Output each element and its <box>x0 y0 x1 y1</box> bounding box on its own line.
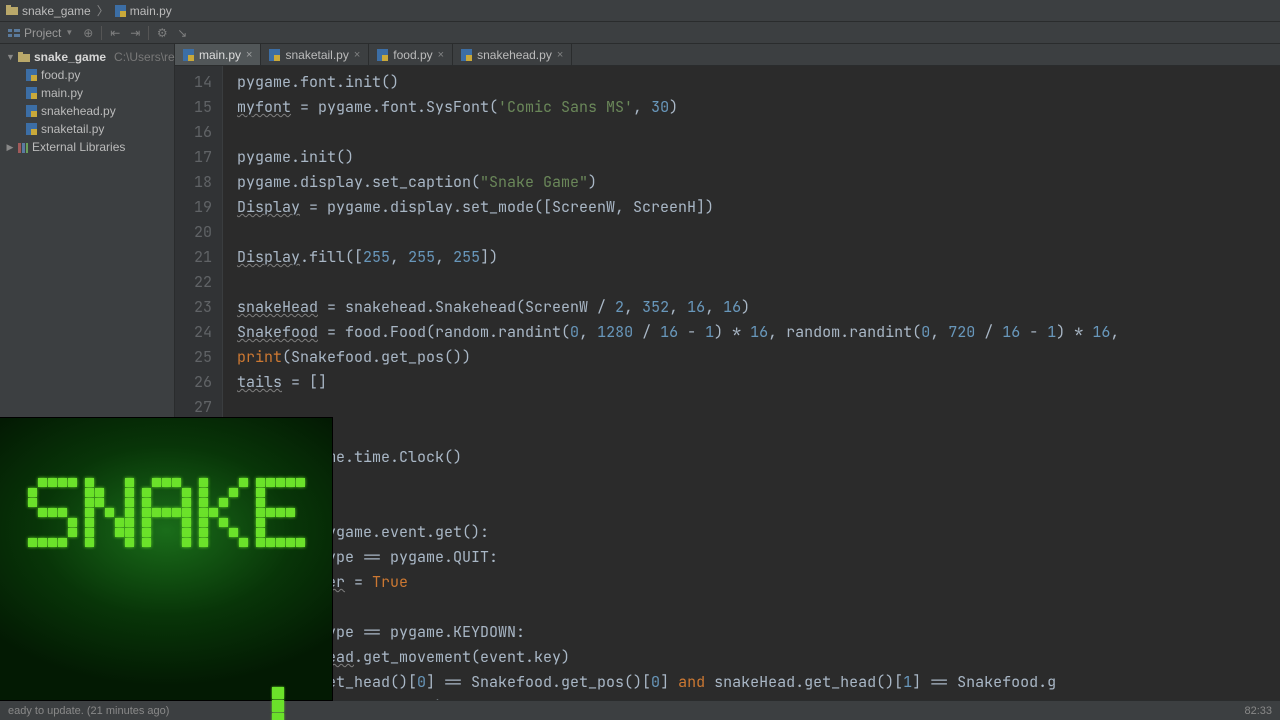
python-file-icon <box>26 105 37 117</box>
tree-root[interactable]: ▼ snake_game C:\Users\rebba <box>0 48 174 66</box>
close-icon[interactable]: × <box>438 49 444 61</box>
dropdown-icon: ▼ <box>65 28 73 37</box>
project-tool-text: Project <box>24 26 61 40</box>
tree-file[interactable]: food.py <box>0 66 174 84</box>
python-file-icon <box>183 49 194 61</box>
python-file-icon <box>26 123 37 135</box>
tree-file-label: snaketail.py <box>41 122 104 136</box>
breadcrumb-file-label: main.py <box>130 4 172 18</box>
breadcrumb-file[interactable]: main.py <box>115 4 172 18</box>
snake-game-overlay <box>0 418 332 700</box>
python-file-icon <box>377 49 388 61</box>
tree-file[interactable]: main.py <box>0 84 174 102</box>
chevron-right-icon: 〉 <box>97 2 109 19</box>
editor-tab[interactable]: snaketail.py × <box>261 44 369 65</box>
editor-tab[interactable]: snakehead.py × <box>453 44 572 65</box>
project-toolbar: Project ▼ ⊕ ⇤ ⇥ ⚙ ↘ <box>0 22 1280 44</box>
editor-tab[interactable]: food.py × <box>369 44 453 65</box>
snake-body <box>77 687 297 720</box>
libraries-icon <box>18 142 28 152</box>
code-editor[interactable]: 14 15 16 17 18 19 20 21 22 23 24 25 26 2… <box>175 66 1280 700</box>
editor-tabs: main.py×snaketail.py×food.py×snakehead.p… <box>175 44 1280 66</box>
python-file-icon <box>461 49 472 61</box>
python-file-icon <box>115 5 126 17</box>
breadcrumb: snake_game 〉 main.py <box>0 0 1280 22</box>
breadcrumb-project-label: snake_game <box>22 4 91 18</box>
collapse-icon[interactable]: ⇤ <box>106 24 124 42</box>
tree-external-libraries[interactable]: ▶ External Libraries <box>0 138 174 156</box>
chevron-down-icon[interactable]: ▼ <box>6 52 14 62</box>
python-file-icon <box>269 49 280 61</box>
chevron-right-icon[interactable]: ▶ <box>6 142 14 153</box>
project-tool-label[interactable]: Project ▼ <box>4 26 77 40</box>
target-icon[interactable]: ⊕ <box>79 24 97 42</box>
close-icon[interactable]: × <box>354 49 360 61</box>
tree-file-label: main.py <box>41 86 83 100</box>
tree-file[interactable]: snaketail.py <box>0 120 174 138</box>
folder-icon <box>18 52 30 63</box>
folder-icon <box>6 5 18 16</box>
tree-root-name: snake_game <box>34 50 106 64</box>
close-icon[interactable]: × <box>557 49 563 61</box>
tree-file-label: snakehead.py <box>41 104 116 118</box>
gear-icon[interactable]: ⚙ <box>153 24 171 42</box>
tree-file[interactable]: snakehead.py <box>0 102 174 120</box>
code-content[interactable]: pygame.font.init() myfont = pygame.font.… <box>223 66 1280 700</box>
tree-file-label: food.py <box>41 68 80 82</box>
tab-label: snaketail.py <box>285 48 348 62</box>
editor-tab[interactable]: main.py × <box>175 44 261 65</box>
project-view-icon <box>8 27 20 39</box>
close-icon[interactable]: × <box>246 49 252 61</box>
tree-external-label: External Libraries <box>32 140 125 154</box>
tab-label: main.py <box>199 48 241 62</box>
python-file-icon <box>26 87 37 99</box>
snake-title <box>28 478 305 547</box>
tab-label: snakehead.py <box>477 48 552 62</box>
tab-label: food.py <box>393 48 432 62</box>
status-position: 82:33 <box>1244 705 1272 717</box>
hide-icon[interactable]: ↘ <box>173 24 191 42</box>
python-file-icon <box>26 69 37 81</box>
expand-icon[interactable]: ⇥ <box>126 24 144 42</box>
breadcrumb-project[interactable]: snake_game <box>6 4 91 18</box>
